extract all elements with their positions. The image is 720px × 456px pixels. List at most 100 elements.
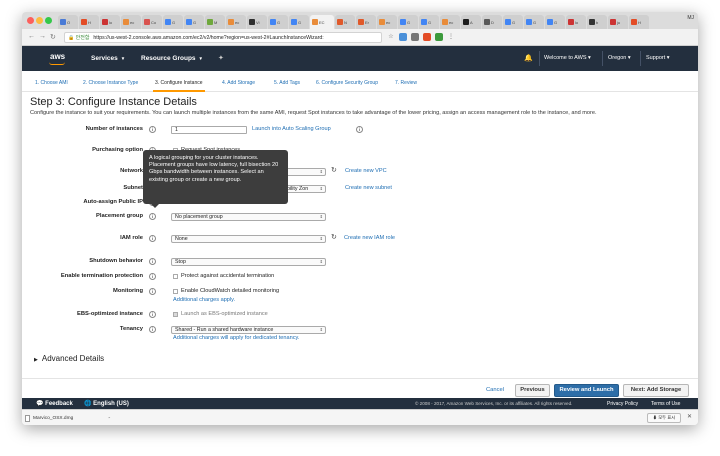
extension-icon[interactable] [399,33,407,41]
browser-tab[interactable]: M [205,15,225,29]
browser-tab[interactable]: G [419,15,439,29]
url-input[interactable]: 🔒 안전함 https://us-west-2.console.aws.amaz… [64,32,382,43]
close-window-button[interactable] [27,17,34,24]
browser-tab[interactable]: Vi [247,15,267,29]
number-of-instances-input[interactable]: 1 [171,126,247,134]
aws-logo[interactable]: aws [50,52,65,61]
download-item[interactable]: Marvico_OSX.dmg ⌃ [25,413,111,423]
extension-icon[interactable] [423,33,431,41]
info-icon[interactable]: i [149,235,156,242]
create-vpc-link[interactable]: Create new VPC [345,168,387,174]
browser-tab[interactable]: A [461,15,481,29]
refresh-icon[interactable]: ↻ [331,233,337,241]
terms-of-use-link[interactable]: Terms of Use [651,401,680,407]
browser-tab[interactable]: lo [566,15,586,29]
step-add-tags[interactable]: 5. Add Tags [274,80,300,86]
browser-tab[interactable]: G [524,15,544,29]
region-menu[interactable]: Oregon ▾ [608,55,631,61]
advanced-details-toggle[interactable]: ▶ Advanced Details [34,354,104,363]
browser-tab[interactable]: ec [121,15,141,29]
browser-tab[interactable]: H [629,15,649,29]
browser-tab[interactable]: lo [100,15,120,29]
browser-tab[interactable]: G [163,15,183,29]
monitoring-checkbox[interactable] [173,289,178,294]
extension-icon[interactable] [435,33,443,41]
shutdown-behavior-select[interactable]: Stop ⇕ [171,258,326,266]
tenancy-charges-link[interactable]: Additional charges will apply for dedica… [173,335,299,341]
bell-icon[interactable]: 🔔 [524,54,533,62]
info-icon[interactable]: i [149,288,156,295]
cancel-button[interactable]: Cancel [481,384,509,397]
browser-tab[interactable]: G [268,15,288,29]
info-icon[interactable]: i [149,311,156,318]
browser-tab[interactable]: b [587,15,607,29]
browser-tab[interactable]: G [184,15,204,29]
browser-tab[interactable]: Er [356,15,376,29]
language-selector[interactable]: 🌐 English (US) [84,400,129,407]
browser-tab[interactable]: G [503,15,523,29]
create-subnet-link[interactable]: Create new subnet [345,185,392,191]
browser-tab[interactable]: N [335,15,355,29]
step-configure-instance[interactable]: 3. Configure Instance [153,80,205,92]
ebs-optimized-label: EBS-optimized instance [76,311,143,317]
next-add-storage-button[interactable]: Next: Add Storage [623,384,689,397]
browser-tab[interactable]: EC [310,15,334,29]
placement-group-tooltip: A logical grouping for your cluster inst… [143,150,288,208]
tenancy-select[interactable]: Shared - Run a shared hardware instance ⇕ [171,326,326,334]
placement-group-select[interactable]: No placement group ⇕ [171,213,326,221]
step-review[interactable]: 7. Review [395,80,417,86]
account-menu[interactable]: Welcome to AWS ▾ [544,55,591,61]
termination-protection-checkbox[interactable] [173,274,178,279]
create-iam-role-link[interactable]: Create new IAM role [344,235,395,241]
info-icon[interactable]: i [149,273,156,280]
privacy-policy-link[interactable]: Privacy Policy [607,401,638,407]
extension-icon[interactable] [411,33,419,41]
profile-button[interactable]: MJ [687,15,694,21]
feedback-button[interactable]: 💬 Feedback [36,400,73,407]
pin-icon[interactable]: ✦ [218,54,224,62]
favicon-icon [291,19,297,25]
step-choose-ami[interactable]: 1. Choose AMI [35,80,68,86]
back-icon[interactable]: ← [28,33,35,40]
close-icon[interactable]: ✕ [687,413,692,420]
step-choose-instance-type[interactable]: 2. Choose Instance Type [83,80,138,86]
browser-tab[interactable]: ju [608,15,628,29]
step-add-storage[interactable]: 4. Add Storage [222,80,255,86]
review-and-launch-button[interactable]: Review and Launch [554,384,619,397]
info-icon[interactable]: i [149,213,156,220]
menu-icon[interactable]: ⋮ [447,33,455,41]
refresh-icon[interactable]: ↻ [331,166,337,174]
browser-tab[interactable]: Co [142,15,162,29]
maximize-window-button[interactable] [45,17,52,24]
browser-tab[interactable]: G [545,15,565,29]
browser-tab[interactable]: D [482,15,502,29]
browser-tab[interactable]: H [79,15,99,29]
info-icon[interactable]: i [356,126,363,133]
chevron-up-icon[interactable]: ⌃ [108,416,111,421]
info-icon[interactable]: i [149,258,156,265]
info-icon[interactable]: i [149,126,156,133]
star-icon[interactable]: ☆ [387,33,395,41]
browser-tab[interactable]: ec [226,15,246,29]
minimize-window-button[interactable] [36,17,43,24]
reload-icon[interactable]: ↻ [50,33,56,41]
support-menu[interactable]: Support ▾ [646,55,670,61]
ebs-optimized-checkbox[interactable] [173,312,178,317]
browser-tab[interactable]: G [398,15,418,29]
browser-tab[interactable]: O [58,15,78,29]
browser-tab[interactable]: G [289,15,309,29]
iam-role-select[interactable]: None ⇕ [171,235,326,243]
resource-groups-menu[interactable]: Resource Groups ▼ [141,55,203,62]
forward-icon[interactable]: → [39,33,46,40]
launch-auto-scaling-link[interactable]: Launch into Auto Scaling Group [252,126,331,132]
monitoring-charges-link[interactable]: Additional charges apply. [173,297,235,303]
services-menu[interactable]: Services ▼ [91,55,125,62]
info-icon[interactable]: i [149,326,156,333]
tab-strip: O Hlo ec Co G G Mec Vi G G EC N Er ec G Gec A D G G Glo b ju H … [22,12,698,29]
browser-tab[interactable]: ec [377,15,397,29]
show-all-downloads-button[interactable]: ⬇ 모두 표시 [647,413,681,423]
favicon-icon [102,19,108,25]
step-configure-security-group[interactable]: 6. Configure Security Group [316,80,378,86]
previous-button[interactable]: Previous [515,384,550,397]
browser-tab[interactable]: ec [440,15,460,29]
